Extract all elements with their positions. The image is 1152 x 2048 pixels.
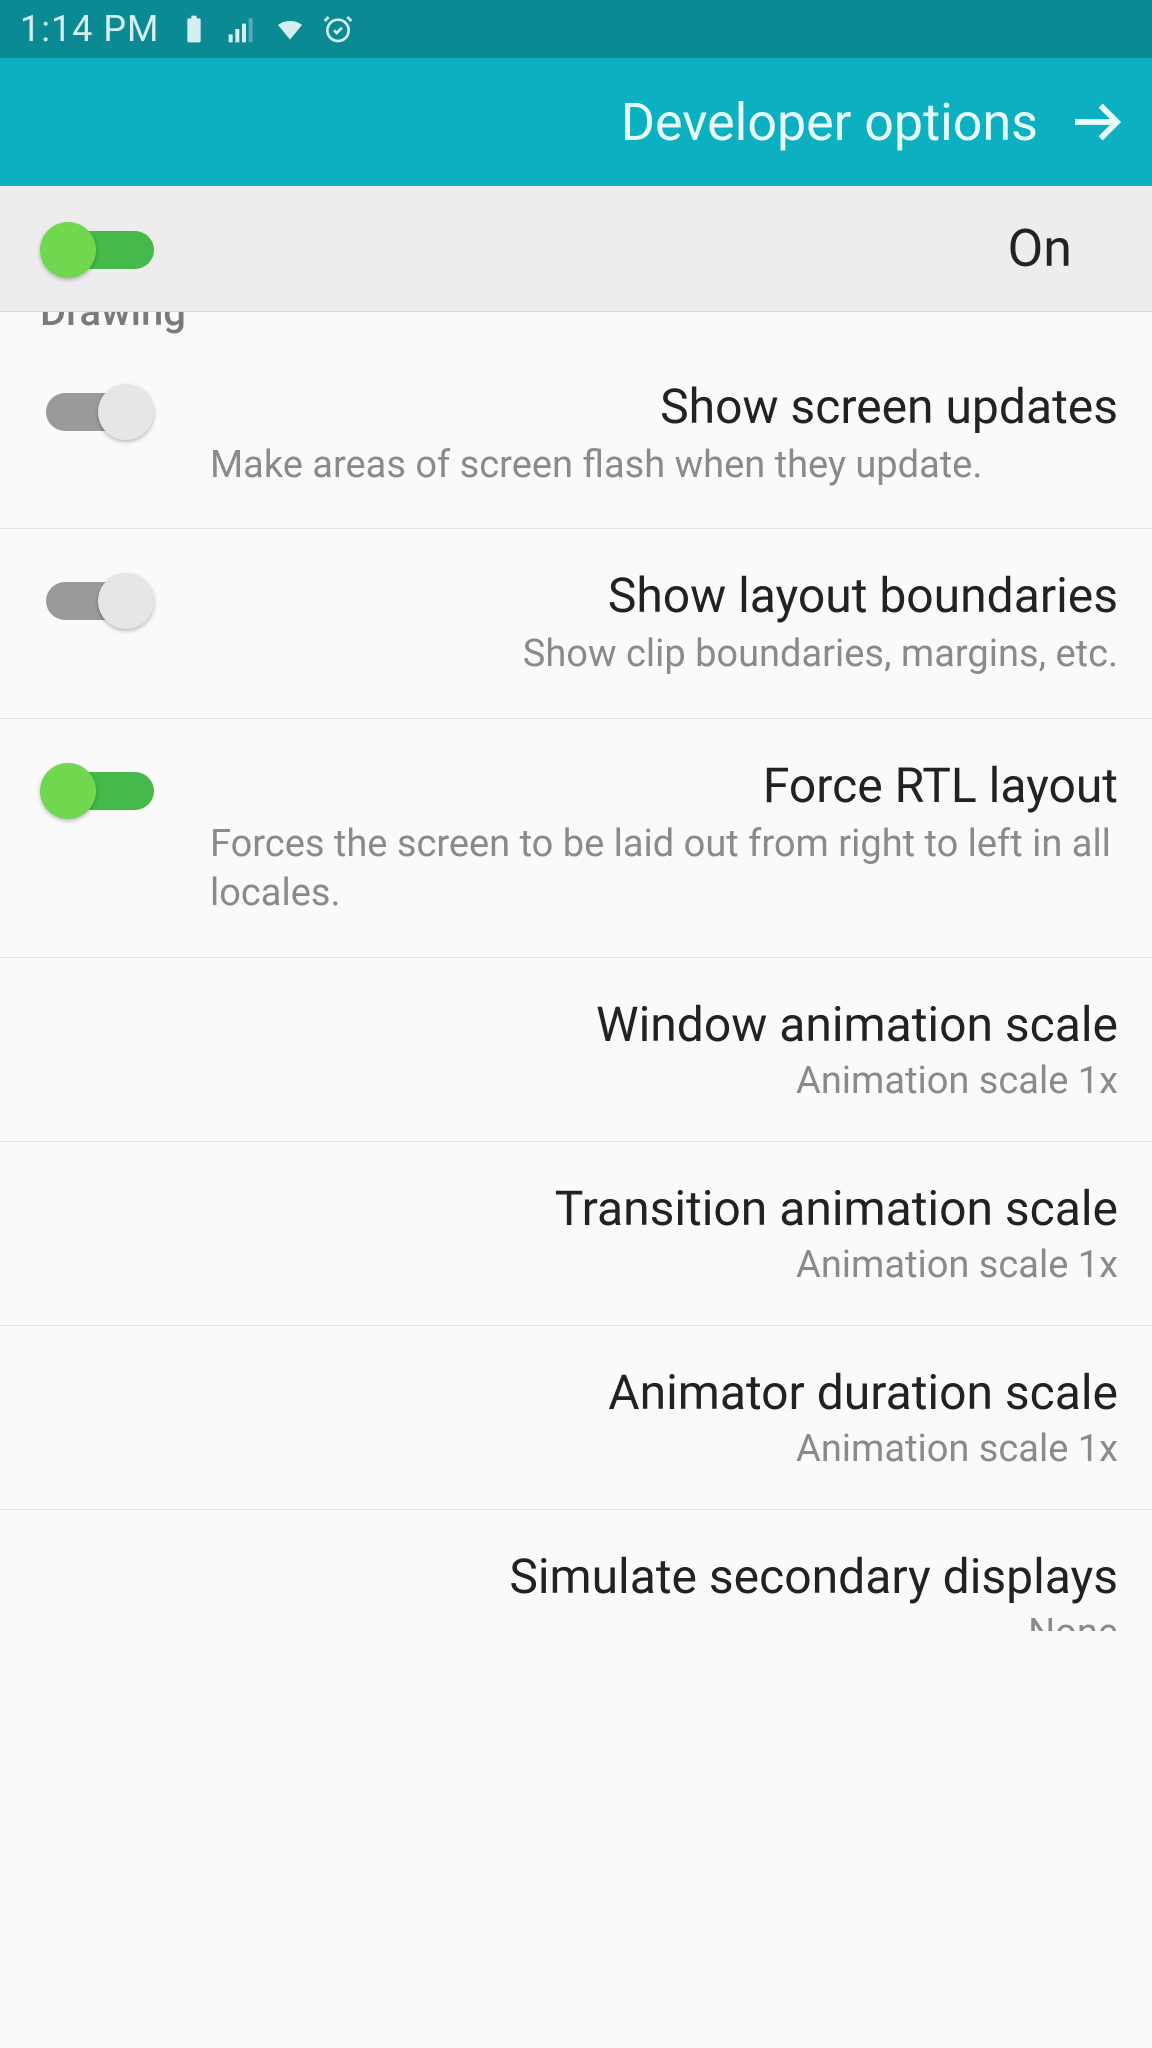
item-title: Force RTL layout — [210, 757, 1118, 814]
item-subtitle: Forces the screen to be laid out from ri… — [210, 820, 1118, 919]
signal-icon — [226, 13, 258, 45]
item-animator-duration-scale[interactable]: Animator duration scale Animation scale … — [0, 1326, 1152, 1510]
battery-icon — [178, 13, 210, 45]
item-title: Window animation scale — [210, 996, 1118, 1053]
toggle-force-rtl-layout[interactable] — [40, 763, 160, 817]
item-window-animation-scale[interactable]: Window animation scale Animation scale 1… — [0, 958, 1152, 1142]
toggle-show-layout-boundaries[interactable] — [40, 573, 160, 627]
page-title: Developer options — [621, 92, 1038, 153]
settings-list: Show screen updates Make areas of screen… — [0, 340, 1152, 1631]
item-title: Show layout boundaries — [210, 567, 1118, 624]
forward-arrow-icon[interactable] — [1068, 94, 1124, 150]
item-value: Animation scale 1x — [210, 1243, 1118, 1287]
item-transition-animation-scale[interactable]: Transition animation scale Animation sca… — [0, 1142, 1152, 1326]
master-toggle-label: On — [160, 218, 1112, 279]
item-value: None — [210, 1611, 1118, 1631]
item-title: Animator duration scale — [210, 1364, 1118, 1421]
item-subtitle: Make areas of screen flash when they upd… — [210, 441, 1118, 490]
item-subtitle: Show clip boundaries, margins, etc. — [210, 630, 1118, 679]
item-show-layout-boundaries[interactable]: Show layout boundaries Show clip boundar… — [0, 529, 1152, 718]
item-simulate-secondary-displays[interactable]: Simulate secondary displays None — [0, 1510, 1152, 1631]
toggle-show-screen-updates[interactable] — [40, 384, 160, 438]
item-title: Transition animation scale — [210, 1180, 1118, 1237]
item-value: Animation scale 1x — [210, 1427, 1118, 1471]
alarm-icon — [322, 13, 354, 45]
section-header-drawing: Drawing — [0, 312, 1152, 340]
master-toggle[interactable] — [40, 222, 160, 276]
app-bar: Developer options — [0, 58, 1152, 186]
status-icons — [178, 13, 354, 45]
item-show-screen-updates[interactable]: Show screen updates Make areas of screen… — [0, 340, 1152, 529]
item-title: Simulate secondary displays — [210, 1548, 1118, 1605]
status-bar: 1:14 PM — [0, 0, 1152, 58]
item-force-rtl-layout[interactable]: Force RTL layout Forces the screen to be… — [0, 719, 1152, 958]
master-toggle-row[interactable]: On — [0, 186, 1152, 312]
status-time: 1:14 PM — [20, 8, 160, 50]
wifi-icon — [274, 13, 306, 45]
item-value: Animation scale 1x — [210, 1059, 1118, 1103]
item-title: Show screen updates — [210, 378, 1118, 435]
